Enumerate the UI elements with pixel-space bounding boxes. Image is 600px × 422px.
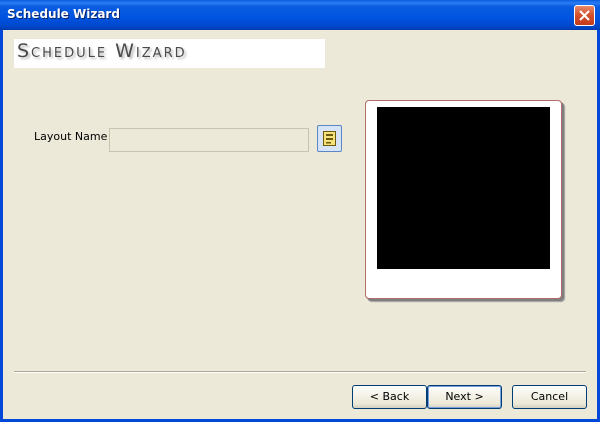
wizard-banner: Schedule Wizard [14,39,325,68]
close-icon [579,10,590,21]
browse-layout-icon [323,131,336,146]
layout-preview-screen [377,107,550,269]
next-button[interactable]: Next > [427,385,502,409]
window-title: Schedule Wizard [7,7,120,21]
title-bar[interactable]: Schedule Wizard [0,0,600,30]
cancel-button[interactable]: Cancel [512,385,587,409]
back-button[interactable]: < Back [352,385,427,409]
button-divider [14,371,586,373]
layout-preview-panel [365,100,562,299]
browse-layout-button[interactable] [317,125,342,152]
layout-name-label: Layout Name [34,130,108,143]
layout-name-input[interactable] [109,128,309,152]
banner-title: Schedule Wizard [17,40,187,62]
close-button[interactable] [574,5,595,26]
